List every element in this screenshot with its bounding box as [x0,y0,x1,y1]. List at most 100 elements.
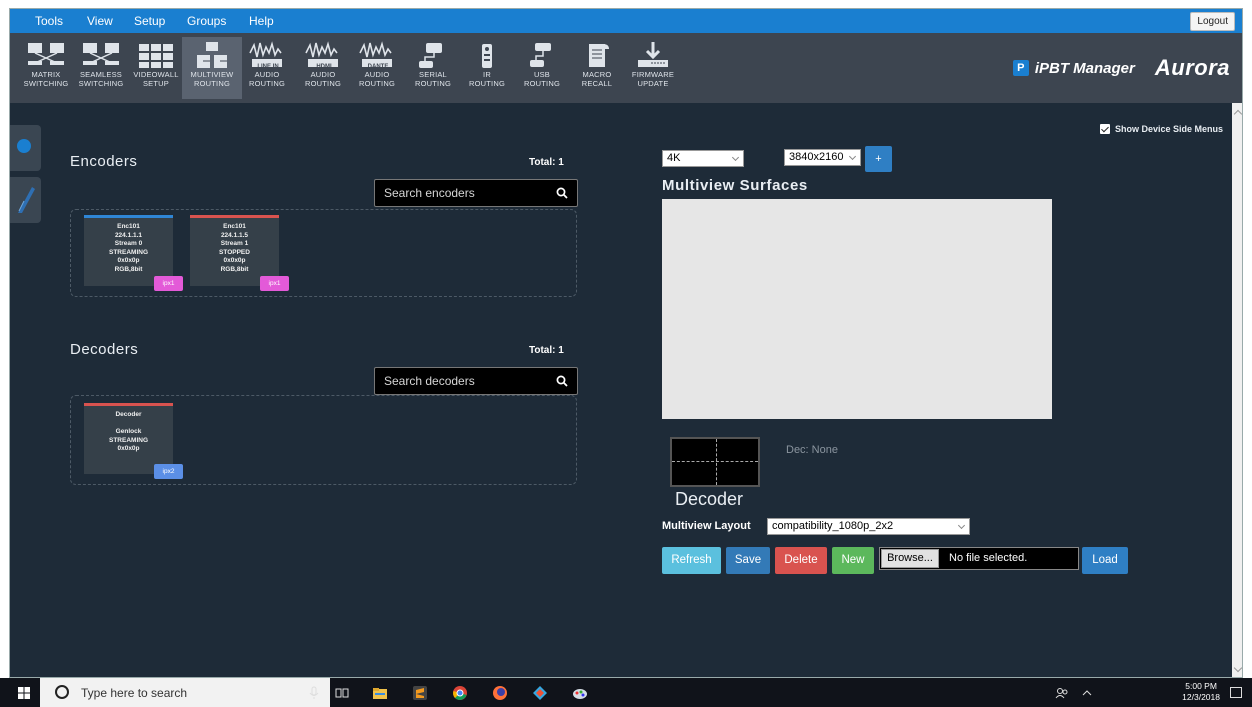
card-line: Enc101 [223,223,246,230]
side-tab-tools[interactable] [10,177,41,223]
multiview-surface-canvas[interactable] [662,199,1052,419]
delete-button[interactable]: Delete [775,547,827,574]
toolbar-button-seamless-switching[interactable]: SEAMLESS SWITCHING [71,37,131,99]
scrollbar[interactable] [1232,103,1242,677]
save-button[interactable]: Save [726,547,770,574]
show-side-menus-label: Show Device Side Menus [1114,124,1223,134]
side-tab-devices[interactable] [10,125,41,171]
paint-icon[interactable] [572,685,588,701]
search-icon[interactable] [556,187,568,199]
load-button[interactable]: Load [1082,547,1128,574]
card-line: 0x0x0p [223,257,246,264]
menu-bar: Tools View Setup Groups Help Logout [10,9,1242,33]
card-line: STREAMING [109,436,148,444]
scroll-up-icon[interactable] [1233,109,1242,119]
macro-icon [567,41,627,69]
toolbar-label: ROUTING [415,78,451,88]
file-input[interactable]: Browse... No file selected. [879,547,1079,570]
logout-button[interactable]: Logout [1190,12,1235,31]
toolbar: MATRIX SWITCHING SEAMLESS SWITCHING VIDEOWAL… [10,33,1242,103]
card-line: Enc101 [117,223,140,230]
toolbar-label: ROUTING [524,78,560,88]
resolution-class-select[interactable]: 4K [662,150,744,167]
dante-audio-icon: DANTE [347,41,407,70]
ipx-badge[interactable]: ipx1 [154,276,183,291]
toolbar-button-audio-routing-dante[interactable]: DANTE AUDIO ROUTING [347,37,407,99]
main-content: Show Device Side Menus Encoders Total: 1… [10,103,1242,677]
chrome-icon[interactable] [452,685,468,701]
task-view-icon[interactable] [334,685,350,701]
decoder-status: Dec: None [786,444,838,456]
decoders-search-input[interactable] [384,374,549,388]
toolbar-button-usb-routing[interactable]: USB ROUTING [512,37,572,99]
menu-tools[interactable]: Tools [35,14,63,28]
ipx-badge[interactable]: ipx2 [154,464,183,479]
menu-view[interactable]: View [87,14,113,28]
seamless-switching-icon [71,41,131,69]
multiview-layout-value: compatibility_1080p_2x2 [772,520,894,532]
encoders-total: Total: 1 [529,157,564,168]
people-icon[interactable] [1054,685,1070,701]
decoder-layout-thumbnail[interactable] [670,437,760,487]
toolbar-label: SWITCHING [23,78,69,88]
toolbar-button-serial-routing[interactable]: SERIAL ROUTING [403,37,463,99]
file-status: No file selected. [949,552,1028,564]
decoders-search-box[interactable] [374,367,578,395]
new-button[interactable]: New [832,547,874,574]
file-explorer-icon[interactable] [372,685,388,701]
windows-start-icon[interactable] [18,687,30,699]
chevron-down-icon [848,152,857,161]
taskbar-clock[interactable]: 5:00 PM 12/3/2018 [1182,681,1220,703]
sublime-text-icon[interactable] [412,685,428,701]
refresh-button[interactable]: Refresh [662,547,721,574]
encoders-search-box[interactable] [374,179,578,207]
notification-icon[interactable] [1230,687,1242,698]
scroll-down-icon[interactable] [1233,663,1242,673]
card-line: STREAMING [109,248,148,256]
decoders-total: Total: 1 [529,345,564,356]
search-icon[interactable] [556,375,568,387]
firefox-icon[interactable] [492,685,508,701]
card-line: 0x0x0p [117,445,140,452]
ipbt-logo-icon: P [1012,60,1029,76]
status-bar [190,215,279,218]
show-side-menus-toggle[interactable]: Show Device Side Menus [1099,124,1223,134]
toolbar-button-firmware-update[interactable]: FIRMWARE UPDATE [623,37,683,99]
toolbar-button-macro-recall[interactable]: MACRO RECALL [567,37,627,99]
clock-time: 5:00 PM [1185,681,1217,691]
multiview-layout-select[interactable]: compatibility_1080p_2x2 [767,518,970,535]
hdmi-audio-icon: HDMI [293,41,353,70]
ir-remote-icon [457,41,517,69]
system-tray-icons[interactable] [1080,685,1096,701]
toolbar-button-audio-routing-hdmi[interactable]: HDMI AUDIO ROUTING [293,37,353,99]
firmware-icon [623,41,683,69]
toolbar-button-multiview-routing[interactable]: MULTIVIEW ROUTING [182,37,242,99]
card-line: 0x0x0p [117,257,140,264]
checkbox-checked-icon[interactable] [1099,124,1110,134]
card-line: STOPPED [219,248,250,256]
menu-groups[interactable]: Groups [187,14,226,28]
decoder-card[interactable]: Decoder Genlock STREAMING 0x0x0p ipx2 [84,403,183,479]
menu-setup[interactable]: Setup [134,14,165,28]
toolbar-button-ir-routing[interactable]: IR ROUTING [457,37,517,99]
microphone-icon[interactable] [306,685,322,701]
encoder-card[interactable]: Enc101 224.1.1.5 Stream 1 STOPPED 0x0x0p RGB,… [190,215,289,291]
toolbar-label: ROUTING [469,78,505,88]
git-icon[interactable] [532,685,548,701]
ipx-badge[interactable]: ipx1 [260,276,289,291]
encoders-search-input[interactable] [384,186,549,200]
toolbar-button-matrix-switching[interactable]: MATRIX SWITCHING [16,37,76,99]
card-line: Stream 0 [114,240,143,247]
add-surface-button[interactable]: + [865,146,892,172]
multiview-surfaces-title: Multiview Surfaces [662,177,808,194]
toolbar-button-audio-routing-line-in[interactable]: LINE IN AUDIO ROUTING [237,37,297,99]
toolbar-button-videowall-setup[interactable]: VIDEOWALL SETUP [126,37,186,99]
resolution-select[interactable]: 3840x2160 [784,149,861,166]
menu-help[interactable]: Help [249,14,274,28]
browse-button[interactable]: Browse... [881,549,939,568]
card-line: 224.1.1.1 [114,231,143,239]
multiview-layout-label: Multiview Layout [662,520,751,532]
encoder-card[interactable]: Enc101 224.1.1.1 Stream 0 STREAMING 0x0x0p RG… [84,215,183,291]
taskbar-search[interactable]: Type here to search [40,678,330,707]
taskbar-search-placeholder: Type here to search [81,686,188,700]
